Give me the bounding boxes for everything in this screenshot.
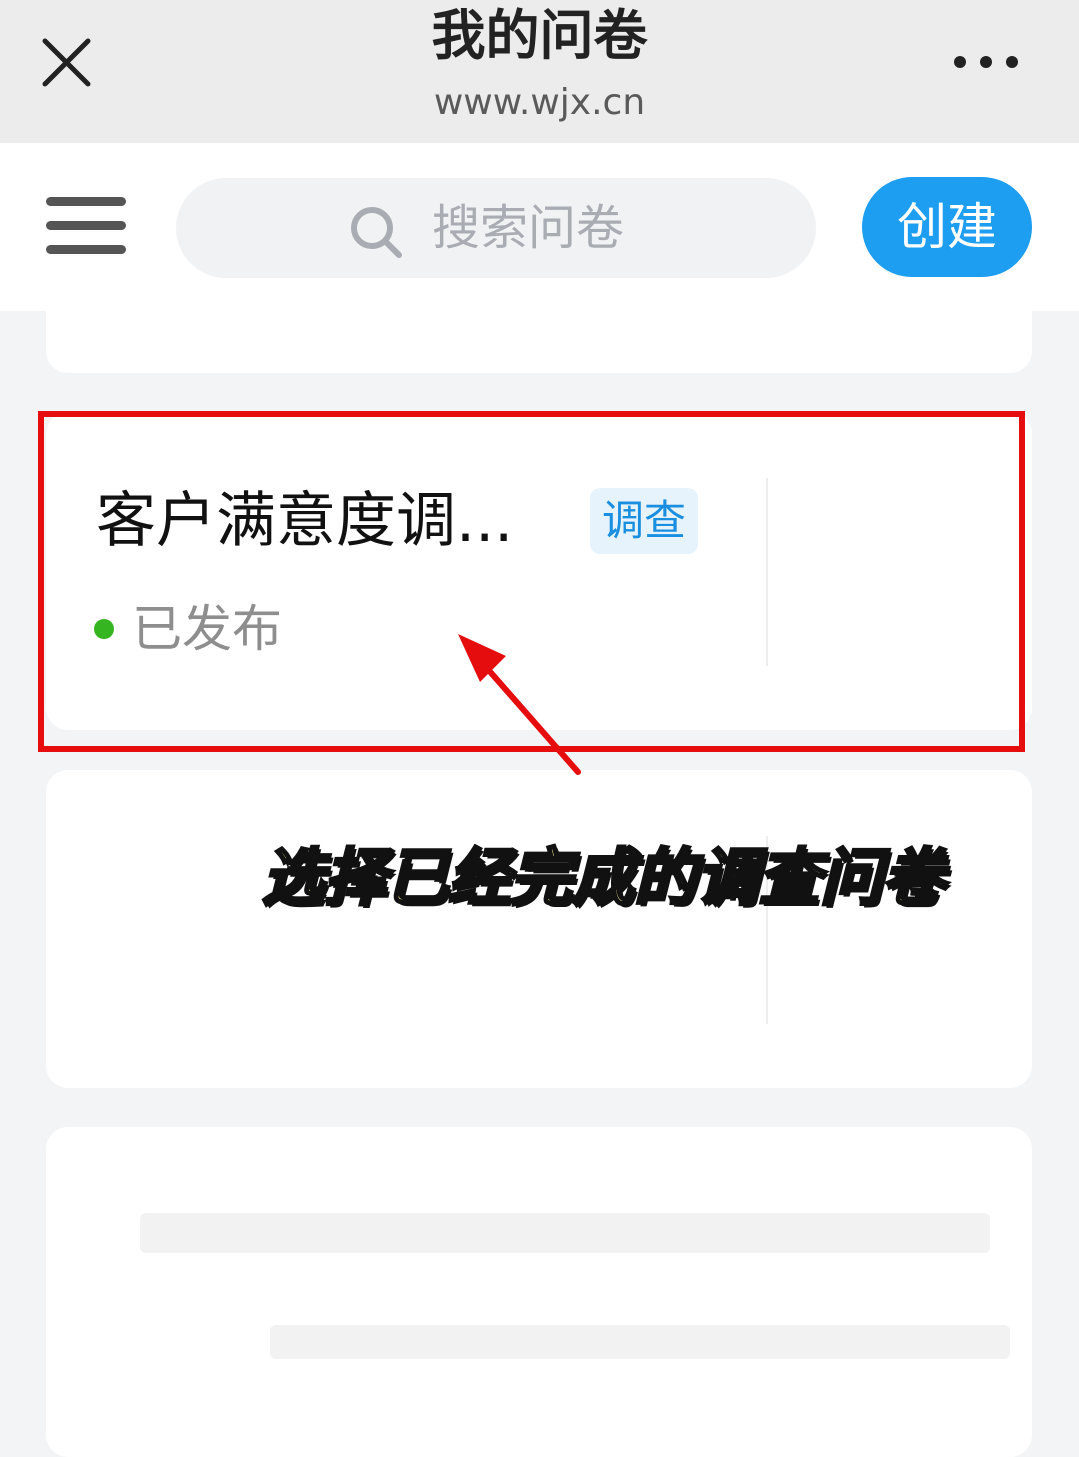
survey-card-blank[interactable] (46, 770, 1032, 1088)
search-input[interactable]: 搜索问卷 (176, 178, 816, 278)
menu-line-icon (46, 245, 126, 254)
page-title: 我的问卷 (431, 4, 648, 67)
more-dot-icon (980, 56, 992, 68)
page-url: www.wjx.cn (433, 82, 646, 123)
survey-status: 已发布 (132, 600, 282, 658)
status-dot-icon (94, 619, 114, 639)
more-dot-icon (954, 56, 966, 68)
card-divider (766, 478, 768, 666)
survey-type-badge: 调查 (590, 488, 698, 554)
more-button[interactable] (944, 40, 1028, 84)
survey-card-blank[interactable] (46, 1127, 1032, 1457)
search-placeholder: 搜索问卷 (432, 200, 625, 256)
create-button[interactable]: 创建 (862, 177, 1032, 277)
survey-card-partial[interactable] (46, 290, 1032, 373)
blurred-content (140, 1213, 990, 1253)
menu-button[interactable] (46, 193, 128, 257)
survey-title: 客户满意度调... (96, 486, 514, 556)
blurred-content (270, 1325, 1010, 1359)
menu-line-icon (46, 197, 126, 206)
menu-line-icon (46, 221, 126, 230)
search-icon (351, 207, 402, 258)
more-dot-icon (1006, 56, 1018, 68)
app-header: 我的问卷 www.wjx.cn (0, 0, 1079, 143)
annotation-caption: 选择已经完成的调查问卷 (260, 840, 945, 916)
toolbar: 搜索问卷 创建 (0, 143, 1079, 311)
survey-card[interactable]: 客户满意度调... 调查 已发布 (46, 412, 1032, 730)
